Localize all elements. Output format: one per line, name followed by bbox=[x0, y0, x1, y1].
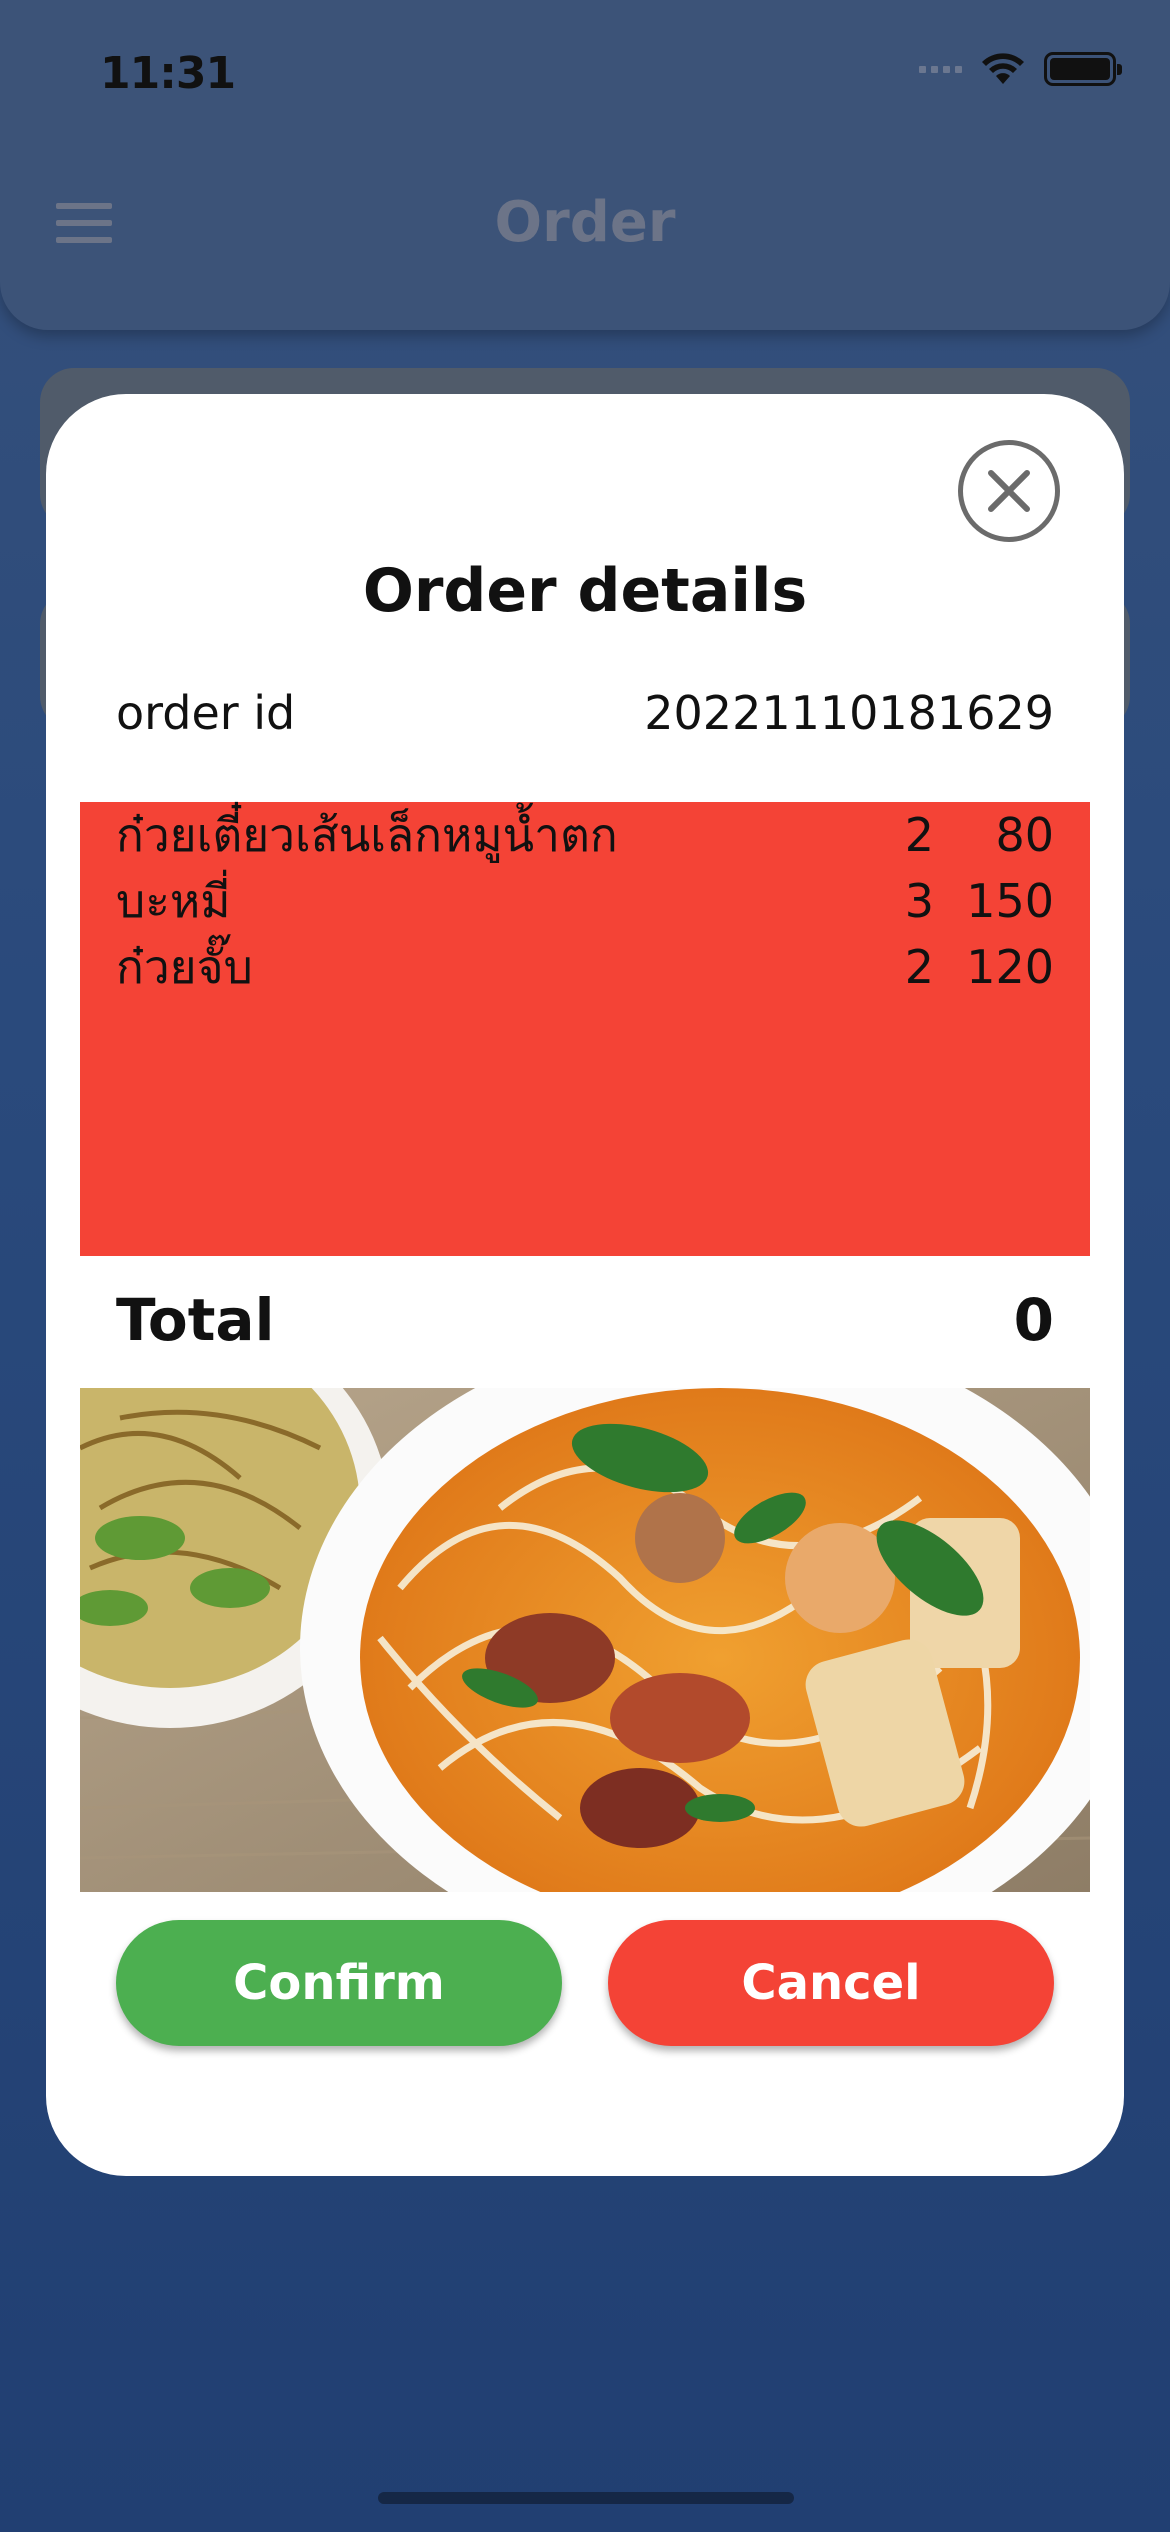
battery-icon bbox=[1044, 52, 1122, 86]
item-name: ก๋วยจั๊บ bbox=[116, 939, 253, 994]
order-items-list: ก๋วยเตี๋ยวเส้นเล็กหมูน้ำตก 2 80 บะหมี่ 3… bbox=[80, 802, 1090, 1256]
total-label: Total bbox=[116, 1286, 275, 1354]
list-item: ก๋วยจั๊บ 2 120 bbox=[116, 934, 1054, 1000]
item-qty: 2 bbox=[904, 808, 934, 862]
modal-title: Order details bbox=[362, 556, 808, 626]
close-button[interactable] bbox=[958, 440, 1060, 542]
close-icon bbox=[988, 470, 1030, 512]
order-id-row: order id 20221110181629 bbox=[116, 686, 1054, 740]
noodle-soup-image bbox=[80, 1388, 1090, 1892]
item-qty: 3 bbox=[904, 874, 934, 928]
item-qty: 2 bbox=[904, 940, 934, 994]
confirm-button[interactable]: Confirm bbox=[116, 1920, 562, 2046]
cancel-button[interactable]: Cancel bbox=[608, 1920, 1054, 2046]
signal-icon bbox=[919, 65, 962, 73]
list-item: บะหมี่ 3 150 bbox=[116, 868, 1054, 934]
wifi-icon bbox=[982, 53, 1024, 84]
item-name: ก๋วยเตี๋ยวเส้นเล็กหมูน้ำตก bbox=[116, 807, 618, 862]
page-title: Order bbox=[494, 190, 676, 255]
item-price: 120 bbox=[966, 940, 1054, 994]
home-indicator bbox=[378, 2492, 794, 2504]
status-time: 11:31 bbox=[100, 48, 236, 99]
total-value: 0 bbox=[1013, 1286, 1054, 1354]
total-row: Total 0 bbox=[116, 1286, 1054, 1354]
item-price: 80 bbox=[995, 808, 1054, 862]
list-item: ก๋วยเตี๋ยวเส้นเล็กหมูน้ำตก 2 80 bbox=[116, 802, 1054, 868]
status-icons bbox=[919, 52, 1122, 86]
order-details-modal: Order details order id 20221110181629 ก๋… bbox=[46, 394, 1124, 2176]
item-name: บะหมี่ bbox=[116, 873, 231, 928]
order-id-value: 20221110181629 bbox=[644, 686, 1054, 740]
order-id-label: order id bbox=[116, 686, 296, 740]
item-price: 150 bbox=[966, 874, 1054, 928]
